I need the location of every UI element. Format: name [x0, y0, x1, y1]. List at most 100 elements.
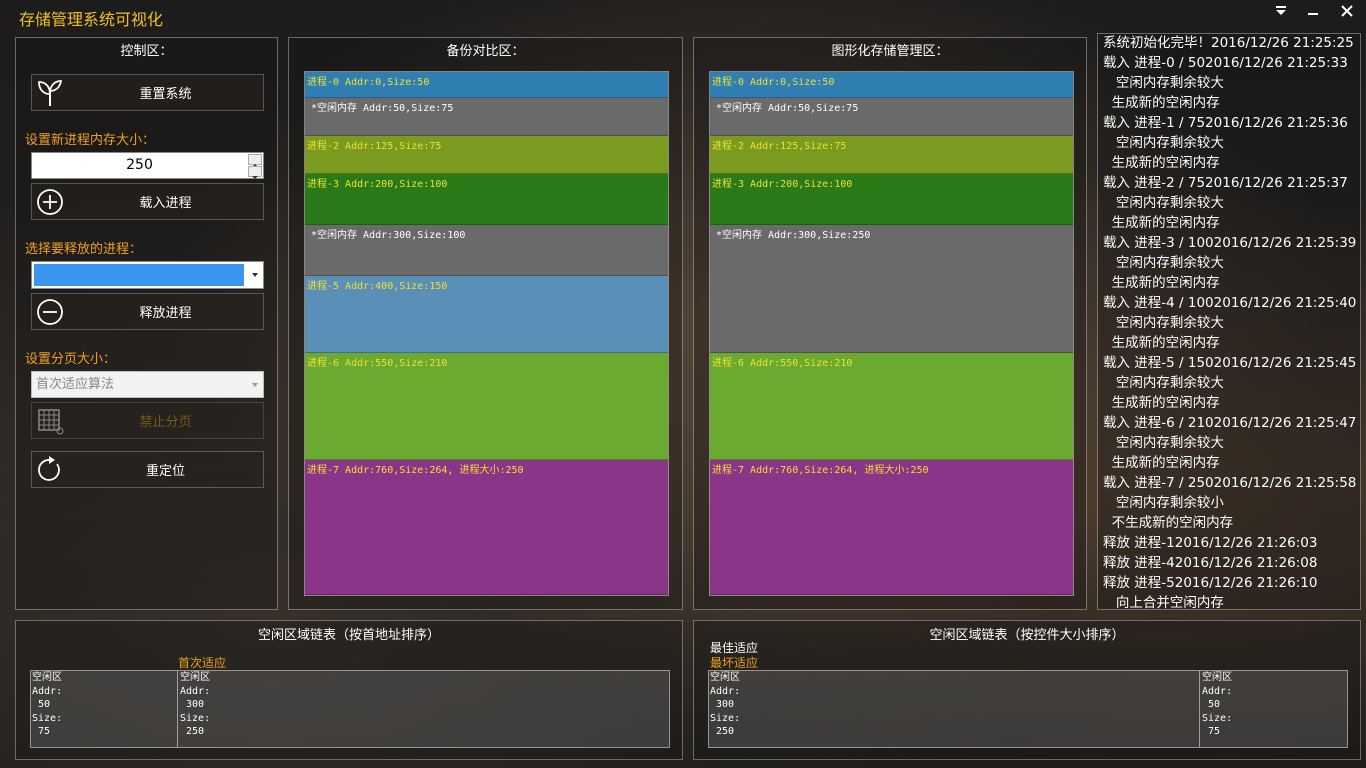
backup-panel: 备份对比区： 进程-0 Addr:0,Size:50 *空闲内存 Addr:50,… [288, 37, 683, 610]
log-line: 向上合并空闲内存 [1103, 595, 1224, 610]
select-highlight [34, 264, 244, 286]
log-line: 不生成新的空闲内存 [1103, 515, 1234, 531]
free-block-item[interactable]: 空闲区 Addr: 300 Size: 250 [179, 671, 669, 747]
algorithm-select[interactable]: 首次适应算法 [31, 371, 264, 398]
free-list-by-addr: 空闲区 Addr: 50 Size: 75 空闲区 Addr: 300 Size… [30, 670, 670, 748]
relocate-button[interactable]: 重定位 [31, 451, 264, 488]
free-list-by-size-title: 空闲区域链表（按控件大小排序） [929, 628, 1125, 643]
free-memory-block[interactable]: *空闲内存 Addr:50,Size:75 [710, 98, 1073, 136]
refresh-icon [32, 453, 68, 487]
close-button[interactable] [1332, 0, 1362, 22]
window-title: 存储管理系统可视化 [19, 10, 164, 29]
log-list: 系统初始化完毕！2016/12/26 21:25:25 载入 进程-0 / 502… [1103, 34, 1357, 610]
process-size-value[interactable]: 250 [32, 153, 247, 178]
log-line: 载入 进程-0 / 502016/12/26 21:25:33 [1103, 55, 1348, 71]
reset-system-button[interactable]: 重置系统 [31, 74, 264, 111]
stop-paging-button[interactable]: 禁止分页 [31, 402, 264, 439]
log-line: 释放 进程-42016/12/26 21:26:08 [1103, 555, 1318, 571]
dropdown-arrow-icon [252, 383, 258, 387]
close-icon [1341, 5, 1353, 17]
release-select-label: 选择要释放的进程： [25, 242, 143, 257]
free-list-by-addr-title: 空闲区域链表（按首地址排序） [257, 628, 440, 643]
algorithm-value: 首次适应算法 [36, 377, 115, 392]
page-size-label: 设置分页大小： [25, 352, 117, 367]
log-line: 载入 进程-1 / 752016/12/26 21:25:36 [1103, 115, 1348, 131]
log-line: 系统初始化完毕！2016/12/26 21:25:25 [1103, 35, 1354, 51]
process-block[interactable]: 进程-2 Addr:125,Size:75 [710, 136, 1073, 174]
process-block[interactable]: 进程-7 Addr:760,Size:264, 进程大小:250 [305, 460, 668, 595]
release-process-label: 释放进程 [139, 306, 192, 321]
log-line: 释放 进程-12016/12/26 21:26:03 [1103, 535, 1318, 551]
process-size-label: 设置新进程内存大小： [25, 133, 156, 148]
log-line: 空闲内存剩余较大 [1103, 315, 1224, 331]
free-memory-block[interactable]: *空闲内存 Addr:300,Size:250 [710, 225, 1073, 353]
process-block[interactable]: 进程-5 Addr:400,Size:150 [305, 276, 668, 353]
log-line: 空闲内存剩余较小 [1103, 495, 1224, 511]
free-list-by-size-panel: 空闲区域链表（按控件大小排序） 最佳适应 最坏适应 空闲区 Addr: 300 … [693, 620, 1361, 760]
control-panel-title: 控制区： [120, 44, 173, 59]
reset-system-label: 重置系统 [139, 87, 192, 102]
free-list-by-size: 空闲区 Addr: 300 Size: 250 空闲区 Addr: 50 Siz… [708, 670, 1348, 748]
log-line: 载入 进程-2 / 752016/12/26 21:25:37 [1103, 175, 1348, 191]
stepper-up-button[interactable] [248, 154, 262, 167]
process-block[interactable]: 进程-0 Addr:0,Size:50 [305, 72, 668, 98]
process-block[interactable]: 进程-3 Addr:200,Size:100 [710, 174, 1073, 225]
chevron-down-icon [252, 176, 258, 179]
log-line: 生成新的空闲内存 [1103, 215, 1220, 231]
free-memory-block[interactable]: *空闲内存 Addr:50,Size:75 [305, 98, 668, 136]
process-block[interactable]: 进程-6 Addr:550,Size:210 [305, 353, 668, 460]
sprout-icon [32, 76, 68, 110]
log-line: 空闲内存剩余较大 [1103, 135, 1224, 151]
log-line: 载入 进程-6 / 2102016/12/26 21:25:47 [1103, 415, 1357, 431]
minus-circle-icon [32, 295, 68, 329]
log-line: 载入 进程-3 / 1002016/12/26 21:25:39 [1103, 235, 1357, 251]
free-list-by-addr-panel: 空闲区域链表（按首地址排序） 首次适应 空闲区 Addr: 50 Size: 7… [15, 620, 683, 760]
log-line: 载入 进程-7 / 2502016/12/26 21:25:58 [1103, 475, 1357, 491]
process-block[interactable]: 进程-6 Addr:550,Size:210 [710, 353, 1073, 460]
backup-panel-title: 备份对比区： [446, 44, 525, 59]
log-line: 生成新的空闲内存 [1103, 155, 1220, 171]
graphic-panel: 图形化存储管理区： 进程-0 Addr:0,Size:50 *空闲内存 Addr:… [693, 37, 1087, 610]
stop-paging-label: 禁止分页 [139, 415, 192, 430]
dropdown-menu-button[interactable] [1266, 0, 1296, 22]
log-line: 生成新的空闲内存 [1103, 275, 1220, 291]
process-size-stepper[interactable]: 250 [31, 152, 264, 179]
minimize-icon [1308, 13, 1318, 15]
log-line: 载入 进程-4 / 1002016/12/26 21:25:40 [1103, 295, 1357, 311]
free-memory-block[interactable]: *空闲内存 Addr:300,Size:100 [305, 225, 668, 276]
log-line: 载入 进程-5 / 1502016/12/26 21:25:45 [1103, 355, 1357, 371]
process-block[interactable]: 进程-3 Addr:200,Size:100 [305, 174, 668, 225]
plus-circle-icon [32, 185, 68, 219]
free-block-item[interactable]: 空闲区 Addr: 50 Size: 75 [31, 671, 178, 747]
log-line: 生成新的空闲内存 [1103, 335, 1220, 351]
graphic-panel-title: 图形化存储管理区： [831, 44, 949, 59]
process-block[interactable]: 进程-0 Addr:0,Size:50 [710, 72, 1073, 98]
control-panel: 控制区： 重置系统 设置新进程内存大小： 250 载入进程 选择要释放的进程： … [15, 37, 278, 610]
relocate-label: 重定位 [145, 464, 185, 479]
log-line: 生成新的空闲内存 [1103, 395, 1220, 411]
release-process-select[interactable] [31, 261, 264, 289]
dropdown-arrow-icon [252, 273, 258, 277]
log-line: 空闲内存剩余较大 [1103, 255, 1224, 271]
log-line: 生成新的空闲内存 [1103, 455, 1220, 471]
menu-down-icon [1276, 6, 1286, 15]
free-block-item[interactable]: 空闲区 Addr: 50 Size: 75 [1201, 671, 1347, 747]
grid-icon [32, 404, 68, 438]
first-fit-hint: 首次适应 [178, 656, 227, 670]
log-line: 空闲内存剩余较大 [1103, 435, 1224, 451]
log-panel[interactable]: 系统初始化完毕！2016/12/26 21:25:25 载入 进程-0 / 502… [1097, 33, 1361, 610]
log-line: 生成新的空闲内存 [1103, 95, 1220, 111]
load-process-label: 载入进程 [139, 196, 192, 211]
log-line: 空闲内存剩余较大 [1103, 75, 1224, 91]
load-process-button[interactable]: 载入进程 [31, 183, 264, 220]
log-line: 释放 进程-52016/12/26 21:26:10 [1103, 575, 1318, 591]
process-block[interactable]: 进程-7 Addr:760,Size:264, 进程大小:250 [710, 460, 1073, 595]
minimize-button[interactable] [1298, 0, 1328, 22]
release-process-button[interactable]: 释放进程 [31, 293, 264, 330]
free-block-item[interactable]: 空闲区 Addr: 300 Size: 250 [709, 671, 1200, 747]
stepper-down-button[interactable] [248, 166, 262, 179]
worst-fit-hint: 最坏适应 [710, 656, 759, 670]
graphic-memory-area: 进程-0 Addr:0,Size:50 *空闲内存 Addr:50,Size:75… [709, 71, 1074, 596]
process-block[interactable]: 进程-2 Addr:125,Size:75 [305, 136, 668, 174]
log-line: 空闲内存剩余较大 [1103, 375, 1224, 391]
